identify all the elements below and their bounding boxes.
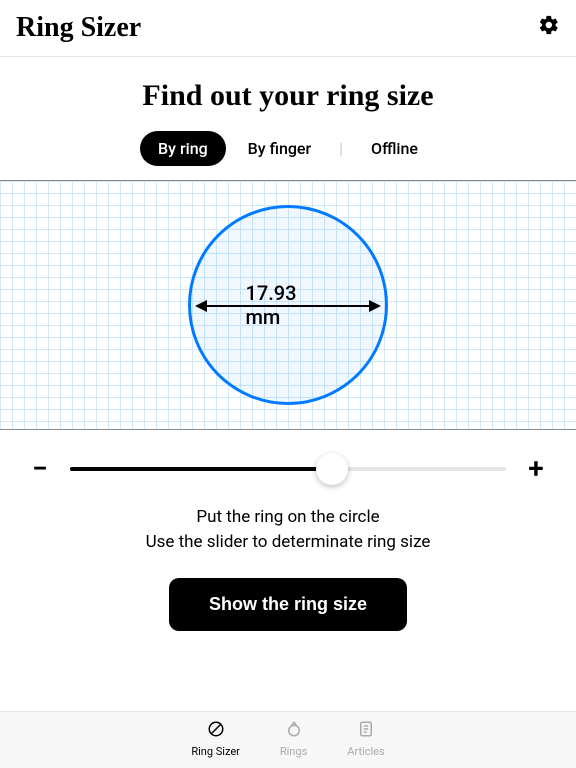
page-title: Find out your ring size: [0, 79, 576, 113]
slider-track-fill: [70, 467, 332, 471]
nav-label: Articles: [347, 745, 384, 758]
instruction-line-1: Put the ring on the circle: [28, 505, 548, 530]
rings-icon: [285, 720, 303, 743]
nav-rings[interactable]: Rings: [280, 720, 307, 758]
controls: − + Put the ring on the circle Use the s…: [0, 430, 576, 631]
diameter-label: 17.93 mm: [240, 281, 337, 329]
decrease-button[interactable]: −: [28, 452, 52, 485]
arrow-left-icon: [195, 300, 207, 312]
articles-icon: [357, 720, 375, 743]
instructions: Put the ring on the circle Use the slide…: [28, 505, 548, 554]
nav-label: Ring Sizer: [191, 745, 240, 758]
tab-separator: |: [333, 139, 349, 158]
nav-ring-sizer[interactable]: Ring Sizer: [191, 720, 240, 758]
app-header: Ring Sizer: [0, 0, 576, 57]
hero: Find out your ring size: [0, 57, 576, 131]
ring-sizer-icon: [207, 720, 225, 743]
nav-articles[interactable]: Articles: [347, 720, 384, 758]
measurement-grid: 17.93 mm: [0, 180, 576, 430]
increase-button[interactable]: +: [524, 452, 548, 485]
app-title: Ring Sizer: [16, 12, 141, 44]
settings-icon[interactable]: [538, 14, 560, 42]
bottom-nav: Ring Sizer Rings Articles: [0, 711, 576, 768]
size-slider[interactable]: [70, 453, 506, 485]
tab-by-finger[interactable]: By finger: [230, 131, 329, 166]
instruction-line-2: Use the slider to determinate ring size: [28, 530, 548, 555]
arrow-right-icon: [369, 300, 381, 312]
show-ring-size-button[interactable]: Show the ring size: [169, 578, 407, 631]
slider-row: − +: [28, 452, 548, 485]
tab-by-ring[interactable]: By ring: [140, 131, 226, 166]
tab-offline[interactable]: Offline: [353, 131, 436, 166]
mode-tabs: By ring By finger | Offline: [0, 131, 576, 166]
slider-thumb[interactable]: [316, 453, 348, 485]
ring-circle[interactable]: 17.93 mm: [188, 205, 388, 405]
nav-label: Rings: [280, 745, 307, 758]
